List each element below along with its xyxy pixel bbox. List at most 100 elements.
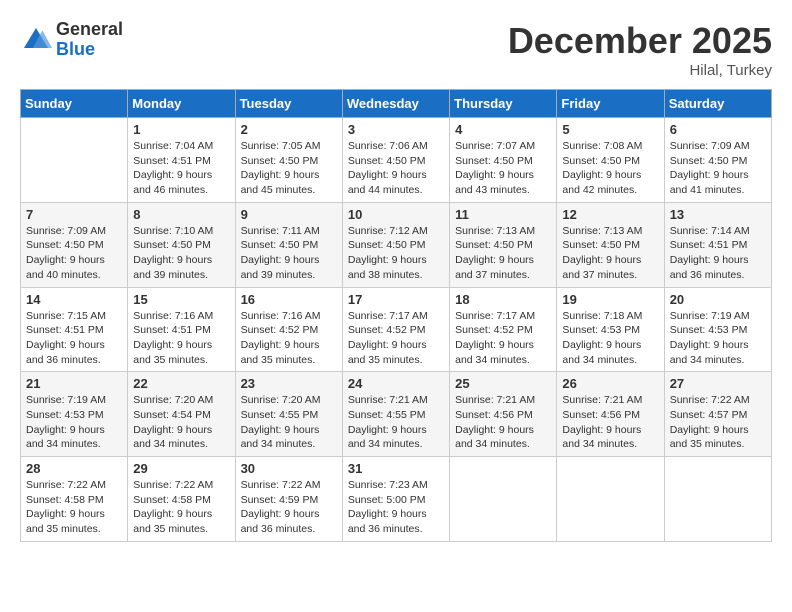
calendar-cell: 24 Sunrise: 7:21 AMSunset: 4:55 PMDayligh… (342, 372, 449, 457)
calendar-cell: 28Sunrise: 7:22 AMSunset: 4:58 PMDayligh… (21, 457, 128, 542)
day-number: 3 (348, 122, 444, 137)
day-info: Sunrise: 7:13 AMSunset: 4:50 PMDaylight:… (455, 224, 551, 283)
day-number: 27 (670, 376, 766, 391)
logo-general: General (56, 20, 123, 40)
day-info: Sunrise: 7:17 AMSunset: 4:52 PMDaylight:… (455, 309, 551, 368)
day-info: Sunrise: 7:19 AMSunset: 4:53 PMDaylight:… (26, 393, 122, 452)
day-number: 19 (562, 292, 658, 307)
calendar-body: 1Sunrise: 7:04 AMSunset: 4:51 PMDaylight… (21, 118, 772, 542)
day-number: 10 (348, 207, 444, 222)
calendar-cell: 19 Sunrise: 7:18 AMSunset: 4:53 PMDayligh… (557, 287, 664, 372)
day-number: 4 (455, 122, 551, 137)
day-number: 24 (348, 376, 444, 391)
day-info: Sunrise: 7:18 AMSunset: 4:53 PMDaylight:… (562, 309, 658, 368)
day-info: Sunrise: 7:09 AMSunset: 4:50 PMDaylight:… (670, 139, 766, 198)
header-day-sunday: Sunday (21, 90, 128, 118)
title-block: December 2025 Hilal, Turkey (508, 20, 772, 79)
day-info: Sunrise: 7:09 AMSunset: 4:50 PMDaylight:… (26, 224, 122, 283)
calendar-cell: 22 Sunrise: 7:20 AMSunset: 4:54 PMDayligh… (128, 372, 235, 457)
calendar-cell: 16 Sunrise: 7:16 AMSunset: 4:52 PMDayligh… (235, 287, 342, 372)
day-number: 1 (133, 122, 229, 137)
day-number: 6 (670, 122, 766, 137)
header-day-friday: Friday (557, 90, 664, 118)
day-number: 18 (455, 292, 551, 307)
week-row-3: 14Sunrise: 7:15 AMSunset: 4:51 PMDayligh… (21, 287, 772, 372)
month-title: December 2025 (508, 20, 772, 62)
header-row: SundayMondayTuesdayWednesdayThursdayFrid… (21, 90, 772, 118)
calendar-cell: 15 Sunrise: 7:16 AMSunset: 4:51 PMDayligh… (128, 287, 235, 372)
day-info: Sunrise: 7:07 AMSunset: 4:50 PMDaylight:… (455, 139, 551, 198)
day-number: 13 (670, 207, 766, 222)
day-info: Sunrise: 7:12 AMSunset: 4:50 PMDaylight:… (348, 224, 444, 283)
calendar-cell: 7 Sunrise: 7:09 AMSunset: 4:50 PMDaylight… (21, 202, 128, 287)
header-day-tuesday: Tuesday (235, 90, 342, 118)
day-number: 9 (241, 207, 337, 222)
day-info: Sunrise: 7:16 AMSunset: 4:51 PMDaylight:… (133, 309, 229, 368)
day-info: Sunrise: 7:16 AMSunset: 4:52 PMDaylight:… (241, 309, 337, 368)
day-number: 26 (562, 376, 658, 391)
day-number: 31 (348, 461, 444, 476)
day-number: 7 (26, 207, 122, 222)
day-info: Sunrise: 7:05 AMSunset: 4:50 PMDaylight:… (241, 139, 337, 198)
day-number: 20 (670, 292, 766, 307)
calendar-cell (450, 457, 557, 542)
day-number: 25 (455, 376, 551, 391)
day-number: 17 (348, 292, 444, 307)
day-info: Sunrise: 7:22 AMSunset: 4:57 PMDaylight:… (670, 393, 766, 452)
header-day-monday: Monday (128, 90, 235, 118)
calendar-cell: 30Sunrise: 7:22 AMSunset: 4:59 PMDayligh… (235, 457, 342, 542)
day-info: Sunrise: 7:21 AMSunset: 4:55 PMDaylight:… (348, 393, 444, 452)
day-info: Sunrise: 7:20 AMSunset: 4:55 PMDaylight:… (241, 393, 337, 452)
calendar-cell: 11 Sunrise: 7:13 AMSunset: 4:50 PMDayligh… (450, 202, 557, 287)
calendar-cell: 3 Sunrise: 7:06 AMSunset: 4:50 PMDaylight… (342, 118, 449, 203)
logo-text: General Blue (56, 20, 123, 60)
day-info: Sunrise: 7:13 AMSunset: 4:50 PMDaylight:… (562, 224, 658, 283)
week-row-2: 7 Sunrise: 7:09 AMSunset: 4:50 PMDaylight… (21, 202, 772, 287)
day-info: Sunrise: 7:20 AMSunset: 4:54 PMDaylight:… (133, 393, 229, 452)
week-row-4: 21 Sunrise: 7:19 AMSunset: 4:53 PMDayligh… (21, 372, 772, 457)
calendar-cell: 31Sunrise: 7:23 AMSunset: 5:00 PMDayligh… (342, 457, 449, 542)
calendar-cell (557, 457, 664, 542)
calendar-header: SundayMondayTuesdayWednesdayThursdayFrid… (21, 90, 772, 118)
page-header: General Blue December 2025 Hilal, Turkey (20, 20, 772, 79)
calendar-cell: 4 Sunrise: 7:07 AMSunset: 4:50 PMDaylight… (450, 118, 557, 203)
day-number: 15 (133, 292, 229, 307)
day-number: 30 (241, 461, 337, 476)
calendar-cell: 1Sunrise: 7:04 AMSunset: 4:51 PMDaylight… (128, 118, 235, 203)
calendar-cell: 17Sunrise: 7:17 AMSunset: 4:52 PMDayligh… (342, 287, 449, 372)
day-info: Sunrise: 7:10 AMSunset: 4:50 PMDaylight:… (133, 224, 229, 283)
day-info: Sunrise: 7:15 AMSunset: 4:51 PMDaylight:… (26, 309, 122, 368)
calendar-cell: 26 Sunrise: 7:21 AMSunset: 4:56 PMDayligh… (557, 372, 664, 457)
calendar-cell: 13 Sunrise: 7:14 AMSunset: 4:51 PMDayligh… (664, 202, 771, 287)
day-number: 21 (26, 376, 122, 391)
calendar-cell (21, 118, 128, 203)
day-number: 11 (455, 207, 551, 222)
header-day-thursday: Thursday (450, 90, 557, 118)
day-info: Sunrise: 7:21 AMSunset: 4:56 PMDaylight:… (455, 393, 551, 452)
day-info: Sunrise: 7:19 AMSunset: 4:53 PMDaylight:… (670, 309, 766, 368)
day-info: Sunrise: 7:21 AMSunset: 4:56 PMDaylight:… (562, 393, 658, 452)
day-number: 23 (241, 376, 337, 391)
day-info: Sunrise: 7:06 AMSunset: 4:50 PMDaylight:… (348, 139, 444, 198)
calendar-cell: 21 Sunrise: 7:19 AMSunset: 4:53 PMDayligh… (21, 372, 128, 457)
calendar-cell: 12 Sunrise: 7:13 AMSunset: 4:50 PMDayligh… (557, 202, 664, 287)
day-number: 22 (133, 376, 229, 391)
calendar-cell: 20 Sunrise: 7:19 AMSunset: 4:53 PMDayligh… (664, 287, 771, 372)
logo-blue: Blue (56, 40, 123, 60)
day-number: 5 (562, 122, 658, 137)
logo: General Blue (20, 20, 123, 60)
day-info: Sunrise: 7:08 AMSunset: 4:50 PMDaylight:… (562, 139, 658, 198)
header-day-wednesday: Wednesday (342, 90, 449, 118)
logo-icon (20, 24, 52, 56)
calendar-table: SundayMondayTuesdayWednesdayThursdayFrid… (20, 89, 772, 542)
day-info: Sunrise: 7:14 AMSunset: 4:51 PMDaylight:… (670, 224, 766, 283)
calendar-cell: 6 Sunrise: 7:09 AMSunset: 4:50 PMDaylight… (664, 118, 771, 203)
day-number: 16 (241, 292, 337, 307)
header-day-saturday: Saturday (664, 90, 771, 118)
calendar-cell: 5 Sunrise: 7:08 AMSunset: 4:50 PMDaylight… (557, 118, 664, 203)
day-number: 29 (133, 461, 229, 476)
week-row-1: 1Sunrise: 7:04 AMSunset: 4:51 PMDaylight… (21, 118, 772, 203)
day-number: 12 (562, 207, 658, 222)
calendar-cell: 9Sunrise: 7:11 AMSunset: 4:50 PMDaylight… (235, 202, 342, 287)
calendar-cell: 14Sunrise: 7:15 AMSunset: 4:51 PMDayligh… (21, 287, 128, 372)
